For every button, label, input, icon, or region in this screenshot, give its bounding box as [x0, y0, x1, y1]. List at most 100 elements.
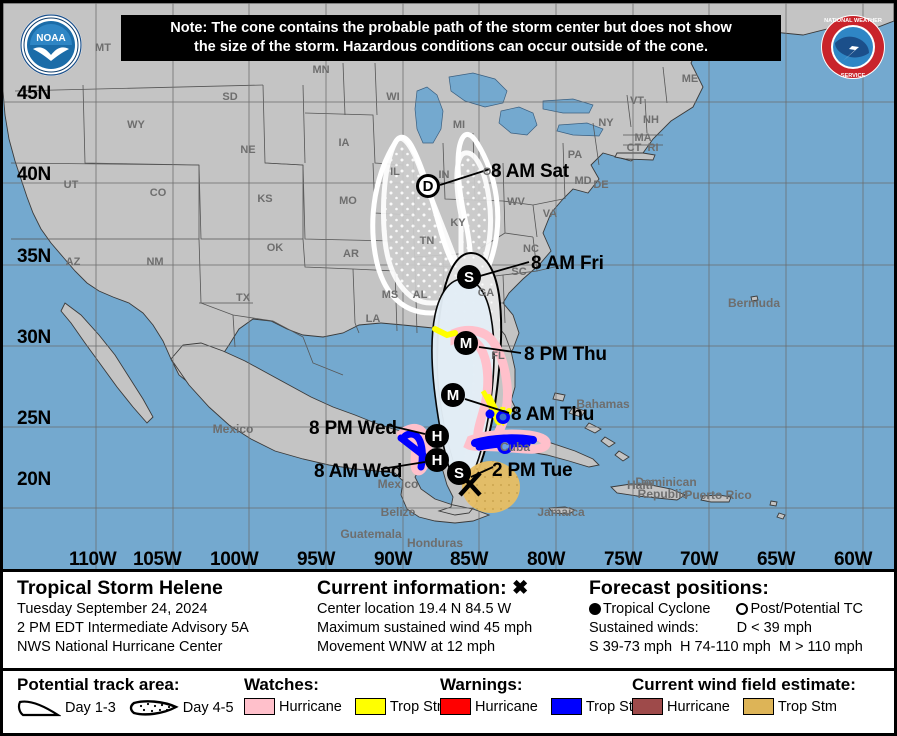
post-potential-tc-label: Post/Potential TC [750, 600, 864, 617]
state-label-ny: NY [598, 117, 614, 129]
lon-label-75w: 75W [604, 549, 643, 569]
max-sustained-wind: Maximum sustained wind 45 mph [317, 619, 533, 636]
country-label-puerto-rico: Puerto Rico [684, 488, 751, 502]
state-label-va: VA [543, 208, 558, 220]
forecast-marker-8-pm-wed[interactable]: H [425, 424, 449, 448]
state-label-ne: NE [240, 144, 255, 156]
lon-label-110w: 110W [69, 549, 117, 569]
legend-warning-tropstm: Trop Stm [550, 698, 645, 715]
wind-class-h: H 74-110 mph [680, 638, 771, 655]
forecast-marker-8-pm-thu[interactable]: M [454, 331, 478, 355]
warning-hurricane-swatch [440, 698, 471, 715]
state-label-ms: MS [382, 289, 399, 301]
legend-wind-field: Current wind field estimate: Hurricane T… [632, 675, 856, 715]
forecast-time-label-2-pm-tue: 2 PM Tue [492, 460, 573, 481]
watch-hurricane-label: Hurricane [279, 698, 342, 715]
windfield-hurricane-swatch [632, 698, 663, 715]
lon-label-95w: 95W [297, 549, 336, 569]
legend-day-4-5-label: Day 4-5 [182, 700, 234, 716]
lat-label-25n: 25N [17, 408, 51, 429]
watches-title: Watches: [244, 675, 319, 694]
lon-label-80w: 80W [527, 549, 566, 569]
wind-class-m: M > 110 mph [778, 638, 863, 655]
windfield-tropstm-label: Trop Stm [777, 698, 837, 715]
state-label-in: IN [439, 169, 450, 181]
wind-field-title: Current wind field estimate: [632, 675, 856, 694]
forecast-marker-2-pm-tue[interactable]: S [447, 461, 471, 485]
state-label-co: CO [150, 187, 167, 199]
state-label-nh: NH [643, 114, 659, 126]
country-label-bermuda: Bermuda [728, 296, 780, 310]
forecast-marker-8-am-fri[interactable]: S [457, 265, 481, 289]
state-label-fl: FL [491, 350, 505, 362]
legend-watch-tropstm: Trop Stm [354, 698, 449, 715]
warnings-title: Warnings: [440, 675, 523, 694]
state-label-az: AZ [66, 256, 81, 268]
forecast-time-label-8-am-sat: 8 AM Sat [491, 161, 569, 182]
state-label-pa: PA [568, 149, 583, 161]
legend-watches: Watches: Hurricane Trop Stm [244, 675, 462, 715]
windfield-hurricane-label: Hurricane [667, 698, 730, 715]
state-label-ok: OK [267, 242, 284, 254]
country-label-mexico: Mexico [213, 422, 254, 436]
nws-logo-text-bottom: SERVICE [841, 73, 866, 79]
legend-panel: Potential track area: Day 1-3 Day 4-5 Wa… [3, 668, 894, 733]
country-label-honduras: Honduras [407, 536, 463, 550]
state-label-tn: TN [420, 235, 435, 247]
state-label-ks: KS [257, 193, 272, 205]
watch-hurricane-swatch [244, 698, 275, 715]
legend-warning-hurricane: Hurricane [440, 698, 538, 715]
state-label-mn: MN [312, 64, 329, 76]
forecast-map[interactable]: MT WY SD MN WI MI IA NE UT CO KS MO IL IN OH KY WV VA AZ NM… [3, 3, 894, 569]
warning-hurricane-label: Hurricane [475, 698, 538, 715]
wind-class-s: S 39-73 mph [589, 638, 673, 655]
lon-label-105w: 105W [133, 549, 182, 569]
legend-potential-track: Potential track area: Day 1-3 Day 4-5 [17, 675, 247, 718]
lon-label-60w: 60W [834, 549, 873, 569]
warning-tropstm-swatch [550, 698, 582, 715]
state-label-ut: UT [64, 179, 79, 191]
legend-day-1-3-label: Day 1-3 [65, 700, 116, 716]
storm-movement: Movement WNW at 12 mph [317, 638, 496, 655]
tropical-cyclone-dot-icon [589, 603, 601, 616]
country-label-guatemala: Guatemala [340, 527, 402, 541]
nws-logo-text-top: NATIONAL WEATHER [824, 18, 882, 24]
lat-label-40n: 40N [17, 164, 51, 185]
wind-class-row: S 39-73 mph H 74-110 mph M > 110 mph [589, 638, 894, 657]
state-label-md: MD [574, 175, 591, 187]
current-information-column: Current information: ✖ Center location 1… [303, 572, 575, 668]
nws-logo: NATIONAL WEATHER SERVICE [821, 15, 885, 79]
legend-day-4-5: Day 4-5 [129, 698, 234, 718]
center-location: Center location 19.4 N 84.5 W [317, 600, 512, 617]
state-label-ky: KY [450, 217, 466, 229]
state-label-il: IL [390, 166, 400, 178]
sustained-winds-row: Sustained winds: D < 39 mph [589, 619, 894, 638]
storm-identity-column: Tropical Storm Helene Tuesday September … [3, 572, 303, 668]
country-label-republic: Republic [638, 487, 689, 501]
state-label-sd: SD [222, 91, 237, 103]
state-label-mt: MT [95, 42, 111, 54]
state-label-sc: SC [511, 266, 526, 278]
lat-label-35n: 35N [17, 246, 51, 267]
map-svg: MTWYSDMNWIMIIANEUTCO KS MOIL IN OHKYWVVAAZ NM… [3, 3, 894, 569]
storm-date: Tuesday September 24, 2024 [17, 600, 208, 617]
state-label-la: LA [366, 313, 381, 325]
lon-label-65w: 65W [757, 549, 796, 569]
lat-label-30n: 30N [17, 327, 51, 348]
state-label-wv: WV [507, 196, 525, 208]
state-label-ct: CT [627, 142, 642, 154]
lon-label-90w: 90W [374, 549, 413, 569]
hurricane-forecast-graphic: MT WY SD MN WI MI IA NE UT CO KS MO IL IN OH KY WV VA AZ NM… [0, 0, 897, 736]
forecast-marker-8-am-thu[interactable]: M [441, 383, 465, 407]
tropical-cyclone-label: Tropical Cyclone [603, 600, 711, 617]
forecast-positions-column: Forecast positions: Tropical Cyclone Pos… [575, 572, 894, 668]
cone-day13-icon [17, 700, 61, 717]
storm-agency: NWS National Hurricane Center [17, 638, 223, 655]
storm-name: Tropical Storm Helene [17, 577, 223, 599]
forecast-positions-title: Forecast positions: [589, 577, 769, 599]
state-label-wy: WY [127, 119, 145, 131]
forecast-marker-8-am-sat[interactable]: D [416, 174, 440, 198]
forecast-marker-8-am-wed[interactable]: H [425, 448, 449, 472]
state-label-vt: VT [630, 95, 644, 107]
cone-day45-icon [129, 700, 179, 716]
